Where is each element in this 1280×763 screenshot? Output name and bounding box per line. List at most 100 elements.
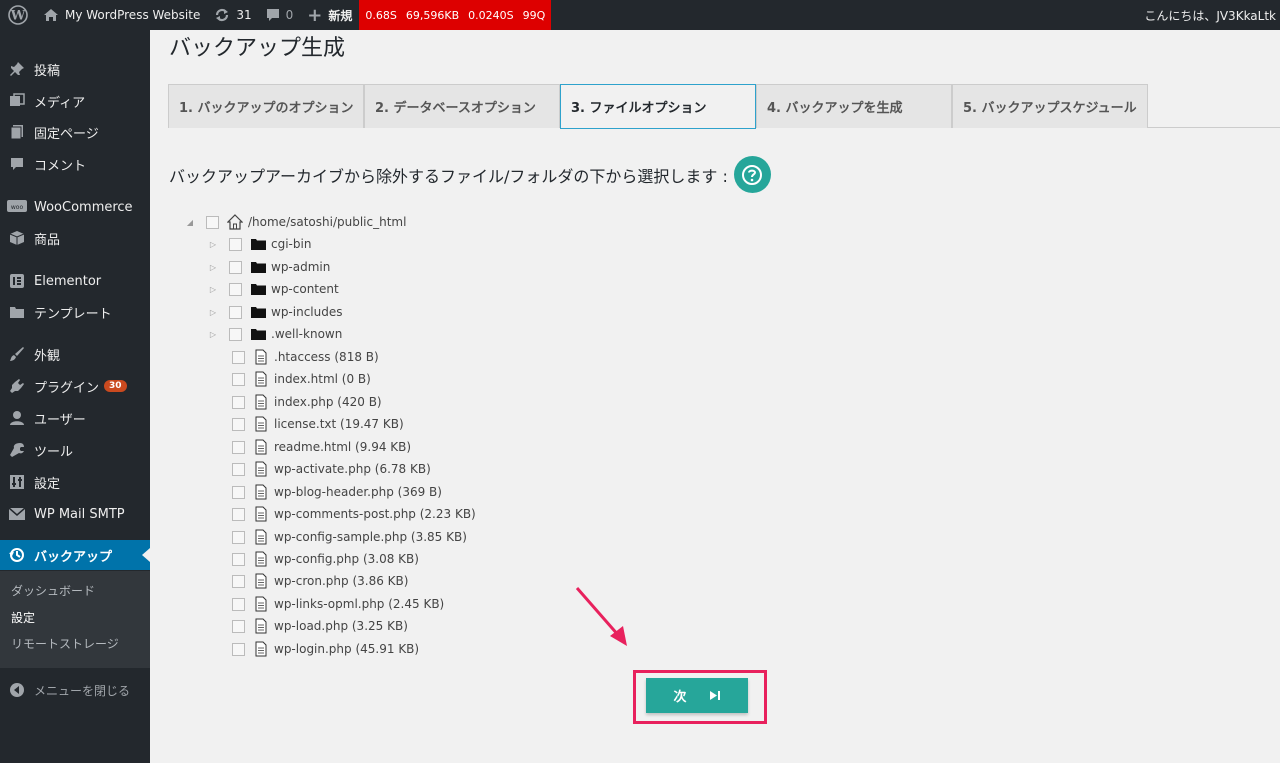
mail-icon — [0, 507, 34, 521]
instruction-text: バックアップアーカイブから除外するファイル/フォルダの下から選択します : — [169, 166, 728, 186]
new-content-link[interactable]: + 新規 — [300, 0, 359, 30]
help-button[interactable] — [733, 156, 771, 193]
collapse-triangle-icon[interactable]: ◢ — [185, 218, 195, 227]
sidebar-item-label: 固定ページ — [34, 126, 99, 142]
tree-file-label: wp-cron.php (3.86 KB) — [274, 574, 409, 588]
query-monitor-stats[interactable]: 0.68S 69,596KB 0.0240S 99Q — [359, 0, 552, 30]
tree-folder-label: .well-known — [271, 327, 343, 341]
tree-file-row: license.txt (19.47 KB) — [218, 414, 404, 434]
sidebar-item-label: コメント — [34, 158, 87, 174]
tree-file-label: index.php (420 B) — [274, 395, 382, 409]
new-label: 新規 — [328, 8, 353, 23]
sidebar-item-label: 商品 — [34, 232, 61, 248]
comments-link[interactable]: 0 — [259, 0, 301, 30]
sidebar-item-label: 設定 — [34, 476, 61, 492]
submenu-settings[interactable]: 設定 — [11, 609, 35, 626]
expand-triangle-icon[interactable]: ▷ — [208, 330, 218, 339]
expand-triangle-icon[interactable]: ▷ — [208, 285, 218, 294]
sidebar-item-users[interactable]: ユーザー — [0, 403, 150, 433]
tree-file-row: wp-config.php (3.08 KB) — [218, 549, 419, 569]
tree-checkbox[interactable] — [232, 372, 245, 386]
submenu-dashboard[interactable]: ダッシュボード — [11, 582, 95, 599]
plus-icon: + — [307, 4, 323, 26]
annotation-arrow-icon — [575, 587, 627, 646]
tree-file-label: wp-comments-post.php (2.23 KB) — [274, 507, 476, 521]
tree-checkbox[interactable] — [232, 417, 245, 431]
updates-link[interactable]: 31 — [207, 0, 258, 30]
tree-checkbox[interactable] — [232, 597, 245, 611]
expand-triangle-icon[interactable]: ▷ — [208, 240, 218, 249]
home-icon — [227, 214, 243, 230]
expand-triangle-icon[interactable]: ▷ — [208, 263, 218, 272]
tree-file-row: wp-load.php (3.25 KB) — [218, 616, 408, 636]
account-greeting[interactable]: こんにちは、JV3KkaLtk — [1144, 0, 1280, 30]
settings-icon — [0, 474, 34, 490]
collapse-menu-button[interactable]: メニューを閉じる — [0, 680, 130, 700]
file-icon — [253, 529, 269, 545]
tab-backup-options[interactable]: 1. バックアップのオプション — [168, 84, 364, 128]
sidebar-item-comments[interactable]: コメント — [0, 149, 150, 179]
tree-checkbox[interactable] — [229, 260, 242, 274]
tree-folder-row: ▷ wp-admin — [208, 257, 330, 277]
sidebar-item-appearance[interactable]: 外観 — [0, 339, 150, 369]
tree-folder-label: wp-admin — [271, 260, 331, 274]
sidebar-item-wp-mail-smtp[interactable]: WP Mail SMTP — [0, 499, 150, 529]
sidebar-item-media[interactable]: メディア — [0, 86, 150, 116]
tree-checkbox[interactable] — [229, 282, 242, 296]
tree-file-row: wp-activate.php (6.78 KB) — [218, 459, 431, 479]
tree-checkbox[interactable] — [229, 327, 242, 341]
sidebar-item-templates[interactable]: テンプレート — [0, 297, 150, 327]
sidebar-item-pages[interactable]: 固定ページ — [0, 117, 150, 147]
sidebar-item-backup[interactable]: バックアップ — [0, 540, 150, 570]
tab-database-options[interactable]: 2. データベースオプション — [364, 84, 560, 128]
tree-checkbox[interactable] — [232, 440, 245, 454]
tree-checkbox[interactable] — [232, 462, 245, 476]
perf-queries: 99Q — [522, 8, 546, 22]
tree-checkbox[interactable] — [232, 574, 245, 588]
tree-file-row: index.php (420 B) — [218, 392, 382, 412]
file-icon — [253, 416, 269, 432]
sidebar-item-label: バックアップ — [34, 549, 113, 565]
next-button[interactable]: 次 — [646, 678, 748, 713]
sidebar-item-posts[interactable]: 投稿 — [0, 54, 150, 84]
tree-checkbox[interactable] — [232, 552, 245, 566]
tree-checkbox[interactable] — [232, 485, 245, 499]
tree-checkbox[interactable] — [232, 642, 245, 656]
sidebar-item-label: Elementor — [34, 273, 102, 289]
tree-folder-label: wp-includes — [271, 305, 343, 319]
sidebar-item-products[interactable]: 商品 — [0, 223, 150, 253]
tab-generate-backup[interactable]: 4. バックアップを生成 — [756, 84, 952, 128]
sidebar-item-label: ツール — [34, 444, 74, 460]
sidebar-item-label: テンプレート — [34, 306, 112, 322]
sidebar-item-plugins[interactable]: プラグイン 30 — [0, 371, 150, 401]
tree-checkbox[interactable] — [232, 507, 245, 521]
skip-next-icon — [709, 690, 721, 701]
tab-backup-schedule[interactable]: 5. バックアップスケジュール — [952, 84, 1148, 128]
submenu-remote-storage[interactable]: リモートストレージ — [11, 635, 119, 652]
sidebar-item-elementor[interactable]: Elementor — [0, 266, 150, 296]
tree-file-label: wp-load.php (3.25 KB) — [274, 619, 408, 633]
sidebar-item-label: 投稿 — [34, 63, 61, 79]
media-icon — [0, 93, 34, 109]
sidebar-item-dashboard-partial[interactable] — [0, 18, 150, 48]
sidebar-item-woocommerce[interactable]: woo WooCommerce — [0, 192, 150, 222]
tree-checkbox[interactable] — [229, 237, 242, 251]
comment-icon — [0, 157, 34, 171]
file-icon — [253, 618, 269, 634]
sidebar-item-settings[interactable]: 設定 — [0, 467, 150, 497]
file-icon — [253, 349, 269, 365]
tree-checkbox[interactable] — [206, 215, 219, 229]
tree-checkbox[interactable] — [229, 305, 242, 319]
expand-triangle-icon[interactable]: ▷ — [208, 308, 218, 317]
tree-checkbox[interactable] — [232, 350, 245, 364]
sidebar-item-label: メディア — [34, 95, 86, 111]
file-icon — [253, 506, 269, 522]
tab-file-options[interactable]: 3. ファイルオプション — [560, 84, 756, 129]
tree-checkbox[interactable] — [232, 530, 245, 544]
sidebar-item-tools[interactable]: ツール — [0, 435, 150, 465]
elementor-icon — [0, 273, 34, 289]
tree-checkbox[interactable] — [232, 619, 245, 633]
tree-checkbox[interactable] — [232, 395, 245, 409]
perf-time: 0.68S — [365, 8, 397, 22]
file-icon — [253, 641, 269, 657]
